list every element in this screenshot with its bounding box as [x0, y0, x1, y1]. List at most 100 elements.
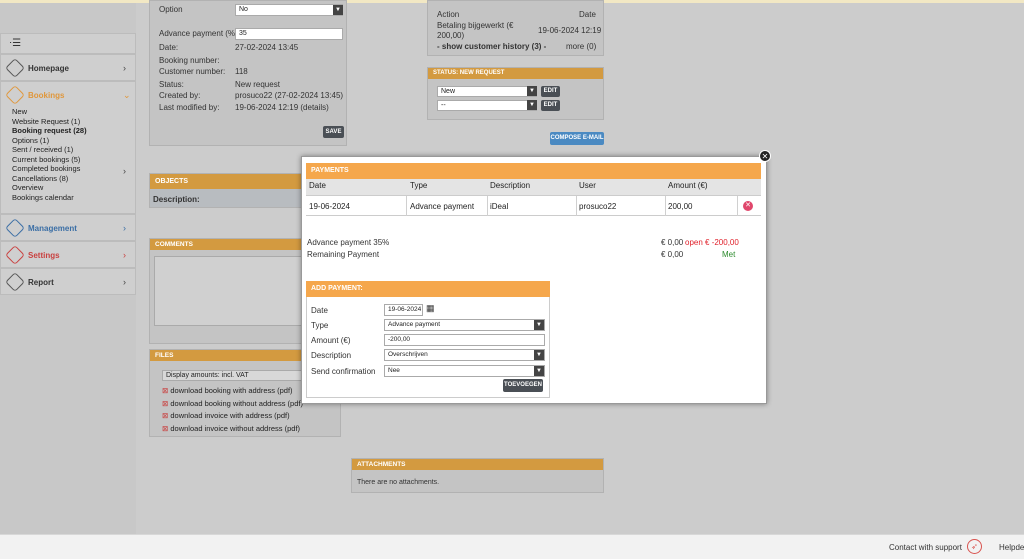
sidebar-item-homepage[interactable]: Homepage › — [0, 54, 136, 81]
edit-substatus-button[interactable]: EDIT — [541, 100, 560, 111]
helpdesk-link[interactable]: Helpde — [999, 543, 1024, 552]
booking-number-label: Booking number: — [159, 56, 220, 65]
submenu-cancellations[interactable]: Cancellations (8) — [12, 174, 87, 184]
add-send-select[interactable]: Nee — [384, 365, 545, 377]
chevron-down-icon[interactable]: ▼ — [534, 350, 544, 360]
column-divider — [665, 196, 666, 216]
date-value: 27-02-2024 13:45 — [235, 43, 299, 52]
customer-number-label: Customer number: — [159, 67, 226, 76]
chevron-down-icon: ⌄ — [123, 90, 131, 100]
substatus-select[interactable]: -- — [437, 100, 537, 111]
close-icon[interactable]: ✕ — [759, 150, 771, 162]
attachments-panel: ATTACHMENTS There are no attachments. — [351, 458, 604, 493]
status-value: New request — [235, 80, 280, 89]
chevron-down-icon[interactable]: ▼ — [527, 86, 537, 96]
submenu-booking-request[interactable]: Booking request (28) — [12, 126, 87, 136]
sidebar-item-label: Bookings — [28, 91, 65, 100]
download-invoice-without-address-link[interactable]: ⊠ download invoice without address (pdf) — [162, 423, 303, 436]
option-select[interactable]: No — [235, 4, 343, 16]
modified-value[interactable]: 19-06-2024 12:19 (details) — [235, 103, 329, 112]
description-label: Description: — [153, 195, 200, 204]
column-divider — [737, 196, 738, 216]
objects-header: OBJECTS — [150, 174, 308, 189]
calendar-icon[interactable]: ▦ — [426, 303, 435, 314]
col-user: User — [579, 181, 596, 190]
files-links: ⊠ download booking with address (pdf) ⊠ … — [162, 385, 303, 435]
sidebar-item-settings[interactable]: Settings › — [0, 241, 136, 268]
submenu-completed-bookings[interactable]: Completed bookings — [12, 164, 87, 174]
history-date: 19-06-2024 12:19 — [538, 26, 602, 35]
compose-email-button[interactable]: COMPOSE E-MAIL — [550, 132, 604, 145]
hamburger-icon[interactable]: ⋅☰ — [9, 38, 21, 49]
submenu-sent-received[interactable]: Sent / received (1) — [12, 145, 87, 155]
chevron-down-icon[interactable]: ▼ — [333, 5, 343, 15]
column-divider — [576, 196, 577, 216]
status-panel: STATUS: NEW REQUEST New ▼ EDIT -- ▼ EDIT — [427, 67, 604, 120]
submenu-website-request[interactable]: Website Request (1) — [12, 117, 87, 127]
more-link[interactable]: more (0) — [566, 42, 596, 51]
sidebar-item-report[interactable]: Report › — [0, 268, 136, 295]
add-type-select[interactable]: Advance payment — [384, 319, 545, 331]
submenu-options[interactable]: Options (1) — [12, 136, 87, 146]
management-icon — [5, 218, 25, 238]
download-booking-without-address-link[interactable]: ⊠ download booking without address (pdf) — [162, 398, 303, 411]
sidebar-item-label: Management — [28, 224, 77, 233]
add-date-label: Date — [311, 306, 328, 315]
row-description: iDeal — [490, 202, 509, 211]
display-amounts-select[interactable]: Display amounts: incl. VAT — [162, 370, 324, 381]
chevron-right-icon: › — [123, 166, 126, 176]
add-description-select[interactable]: Overschrijven — [384, 349, 545, 361]
chevron-down-icon[interactable]: ▼ — [534, 366, 544, 376]
download-invoice-with-address-link[interactable]: ⊠ download invoice with address (pdf) — [162, 410, 303, 423]
advance-input[interactable]: 35 — [235, 28, 343, 40]
sidebar-item-management[interactable]: Management › — [0, 214, 136, 241]
summary-advance-label: Advance payment 35% — [307, 238, 390, 247]
status-label: Status: — [159, 80, 184, 89]
submenu-new[interactable]: New — [12, 107, 87, 117]
save-button[interactable]: SAVE — [323, 126, 344, 138]
chevron-right-icon: › — [123, 250, 126, 260]
report-icon — [5, 272, 25, 292]
download-booking-with-address-link[interactable]: ⊠ download booking with address (pdf) — [162, 385, 303, 398]
status-select[interactable]: New — [437, 86, 537, 97]
objects-panel: OBJECTS Description: — [149, 173, 309, 208]
edit-status-button[interactable]: EDIT — [541, 86, 560, 97]
submenu-bookings-calendar[interactable]: Bookings calendar — [12, 193, 87, 203]
booking-details-panel: Option No ▼ Advance payment (%): 35 Date… — [149, 0, 347, 146]
attachments-header: ATTACHMENTS — [352, 459, 603, 470]
add-date-input[interactable]: 19-06-2024 — [384, 304, 423, 316]
submenu-current-bookings[interactable]: Current bookings (5) — [12, 155, 87, 165]
chevron-down-icon[interactable]: ▼ — [527, 100, 537, 110]
sidebar: ⋅☰ Homepage › Bookings ⌄ New Website Req… — [0, 3, 136, 534]
payments-header: PAYMENTS — [306, 163, 761, 179]
column-divider — [406, 196, 407, 216]
rocket-icon[interactable]: ➶ — [967, 539, 982, 554]
summary-remaining-status: Met — [722, 250, 736, 259]
col-date: Date — [309, 181, 326, 190]
add-amount-input[interactable]: -200,00 — [384, 334, 545, 346]
summary-advance-amount: € 0,00 — [661, 238, 684, 247]
sidebar-item-bookings[interactable]: Bookings ⌄ New Website Request (1) Booki… — [0, 81, 136, 214]
col-type: Type — [410, 181, 428, 190]
add-payment-button[interactable]: TOEVOEGEN — [503, 379, 543, 392]
menu-toggle[interactable]: ⋅☰ — [0, 33, 136, 54]
row-user: prosuco22 — [579, 202, 617, 211]
chevron-down-icon[interactable]: ▼ — [534, 320, 544, 330]
chevron-right-icon: › — [123, 277, 126, 287]
show-customer-history-link[interactable]: - show customer history (3) - — [437, 42, 546, 51]
history-action: Betaling bijgewerkt (€ 200,00) — [437, 21, 514, 40]
delete-payment-icon[interactable]: ✕ — [743, 201, 753, 211]
bookings-icon — [5, 85, 25, 105]
comments-panel: COMMENTS — [149, 238, 309, 344]
row-amount: 200,00 — [668, 202, 693, 211]
bookings-submenu: New Website Request (1) Booking request … — [12, 107, 87, 202]
add-description-label: Description — [311, 351, 352, 360]
contact-support-link[interactable]: Contact with support — [889, 543, 962, 552]
no-attachments-text: There are no attachments. — [357, 479, 440, 486]
comments-header: COMMENTS — [150, 239, 308, 250]
submenu-overview[interactable]: Overview — [12, 183, 87, 193]
action-header: Action — [437, 10, 460, 19]
comments-textarea[interactable] — [154, 256, 306, 326]
summary-remaining-label: Remaining Payment — [307, 250, 380, 259]
table-row — [306, 196, 761, 216]
